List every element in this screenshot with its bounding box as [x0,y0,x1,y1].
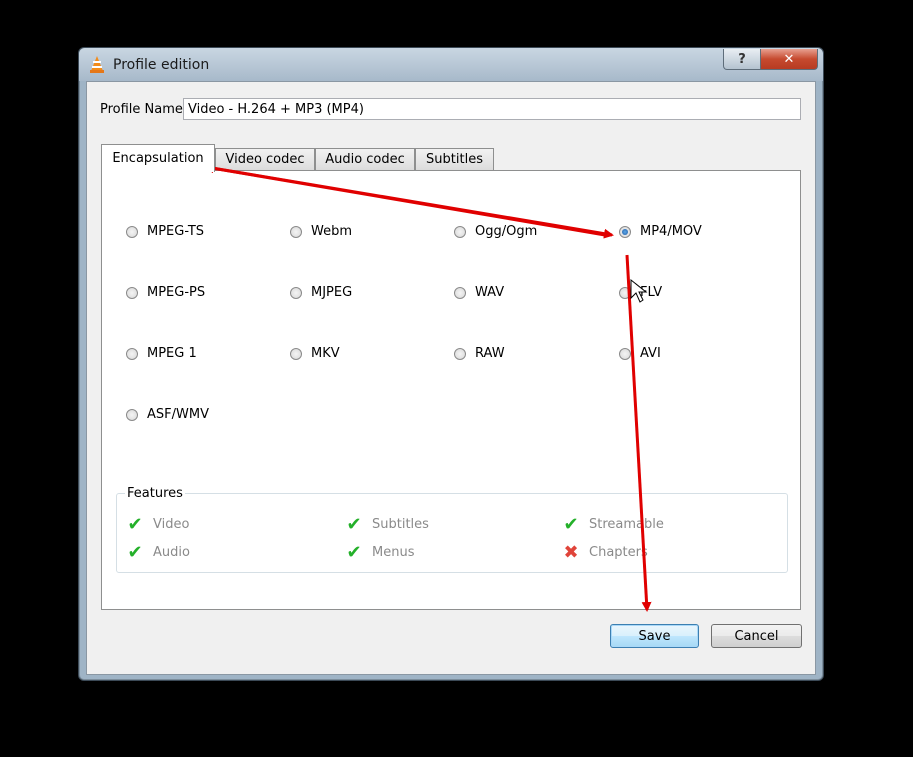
radio-webm[interactable]: Webm [290,224,352,239]
radio-label: MPEG-PS [147,285,206,300]
radio-button-selected-icon [619,225,631,238]
radio-button-icon [126,408,138,421]
feature-label: Chapters [589,545,648,560]
radio-button-icon [290,286,302,299]
profile-name-label: Profile Name [100,102,183,117]
radio-mpeg-ps[interactable]: MPEG-PS [126,285,205,300]
feature-menus: ✔ Menus [344,542,414,563]
feature-chapters: ✖ Chapters [561,542,648,563]
radio-mjpeg[interactable]: MJPEG [290,285,352,300]
radio-label: WAV [475,285,505,300]
check-icon: ✔ [127,542,143,563]
radio-label: MKV [311,346,340,361]
radio-button-icon [126,286,138,299]
radio-wav[interactable]: WAV [454,285,504,300]
radio-raw[interactable]: RAW [454,346,505,361]
radio-label: Ogg/Ogm [475,224,538,239]
radio-flv[interactable]: FLV [619,285,662,300]
radio-label: MPEG 1 [147,346,197,361]
radio-button-icon [619,286,631,299]
radio-avi[interactable]: AVI [619,346,661,361]
radio-label: MJPEG [311,285,353,300]
close-button[interactable]: ✕ [760,49,818,70]
features-label: Features [125,486,185,501]
help-button[interactable]: ? [723,49,761,70]
radio-button-icon [290,347,302,360]
radio-label: MP4/MOV [640,224,702,239]
check-icon: ✔ [563,514,579,535]
feature-label: Audio [153,545,190,560]
cancel-button[interactable]: Cancel [711,624,802,648]
feature-audio: ✔ Audio [125,542,190,563]
features-group: Features ✔ Video ✔ Subtitles ✔ Streamabl… [116,486,788,573]
check-icon: ✔ [346,542,362,563]
radio-button-icon [454,347,466,360]
feature-label: Video [153,517,190,532]
radio-button-icon [126,347,138,360]
feature-video: ✔ Video [125,514,189,535]
radio-mpeg-ts[interactable]: MPEG-TS [126,224,204,239]
radio-button-icon [290,225,302,238]
tab-subtitles[interactable]: Subtitles [415,148,494,170]
radio-mkv[interactable]: MKV [290,346,340,361]
feature-label: Streamable [589,517,664,532]
window-title: Profile edition [113,57,210,73]
tab-encapsulation[interactable]: Encapsulation [101,144,215,172]
radio-label: RAW [475,346,505,361]
radio-label: AVI [640,346,661,361]
feature-label: Subtitles [372,517,429,532]
encapsulation-panel: MPEG-TS Webm Ogg/Ogm MP4/MOV MPEG-PS MJP… [101,170,801,610]
radio-button-icon [454,286,466,299]
profile-edition-dialog: Profile edition ? ✕ Profile Name Encapsu… [78,47,824,681]
save-button[interactable]: Save [610,624,699,648]
dialog-client-area: Profile Name Encapsulation Video codec A… [86,81,816,675]
feature-streamable: ✔ Streamable [561,514,664,535]
profile-name-input[interactable] [183,98,801,120]
radio-label: MPEG-TS [147,224,205,239]
radio-label: ASF/WMV [147,407,209,422]
feature-label: Menus [372,545,415,560]
feature-subtitles: ✔ Subtitles [344,514,429,535]
tab-video-codec[interactable]: Video codec [215,148,315,170]
radio-label: Webm [311,224,353,239]
radio-mpeg-1[interactable]: MPEG 1 [126,346,197,361]
title-bar[interactable]: Profile edition ? ✕ [79,48,823,81]
radio-asf-wmv[interactable]: ASF/WMV [126,407,209,422]
radio-mp4-mov[interactable]: MP4/MOV [619,224,702,239]
radio-button-icon [619,347,631,360]
radio-ogg-ogm[interactable]: Ogg/Ogm [454,224,537,239]
cross-icon: ✖ [563,542,579,563]
check-icon: ✔ [127,514,143,535]
radio-button-icon [454,225,466,238]
vlc-cone-icon [90,56,104,73]
tab-audio-codec[interactable]: Audio codec [315,148,415,170]
radio-label: FLV [640,285,663,300]
radio-button-icon [126,225,138,238]
check-icon: ✔ [346,514,362,535]
